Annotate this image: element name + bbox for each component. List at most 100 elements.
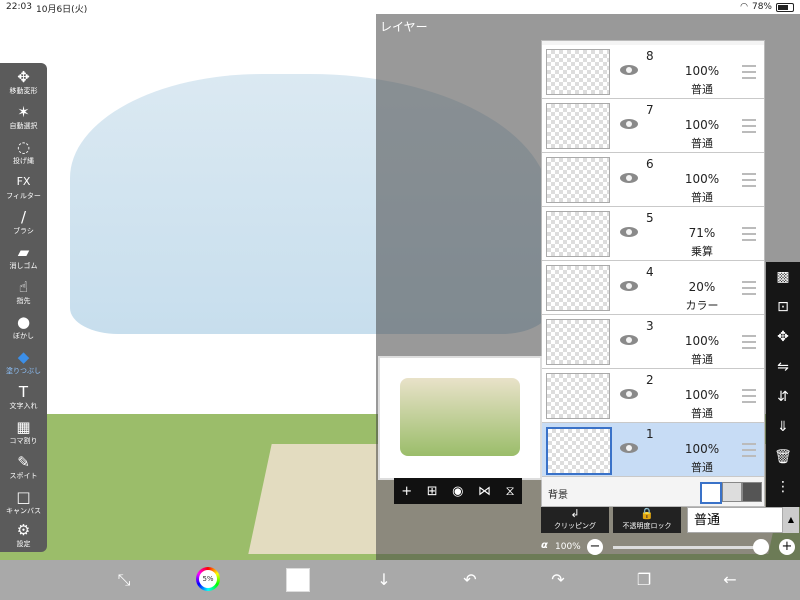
add-special-layer-icon[interactable]: ⊞ [427, 484, 438, 499]
flip-vertical-icon[interactable]: ⧖ [506, 484, 515, 499]
layer-number: 5 [646, 211, 654, 225]
layer-row-3[interactable]: 3 100% 普通 [542, 315, 764, 369]
layer-row-4[interactable]: 4 20% カラー [542, 261, 764, 315]
tool-label: フィルター [6, 192, 41, 200]
move-layer-icon[interactable]: ✥ [766, 322, 800, 352]
eye-icon[interactable] [620, 335, 638, 345]
tool-magic-wand[interactable]: ✶ 自動選択 [0, 100, 47, 134]
opacity-slider[interactable] [613, 546, 765, 549]
eye-icon[interactable] [620, 281, 638, 291]
drag-handle-icon[interactable] [742, 65, 756, 79]
layer-preview [378, 356, 542, 480]
tool-finger[interactable]: ☝ 指先 [0, 275, 47, 309]
fx-icon: FX [16, 175, 31, 188]
transform-icon[interactable]: ⤡ [112, 568, 136, 592]
color-wheel-button[interactable]: 5% [196, 567, 220, 591]
back-arrow-icon[interactable]: ← [718, 568, 742, 592]
eye-icon[interactable] [620, 173, 638, 183]
layer-thumbnail [546, 211, 610, 257]
tool-label: キャンバス [6, 507, 41, 515]
current-color-swatch[interactable] [286, 568, 310, 592]
tool-lasso[interactable]: ◌ 投げ縄 [0, 135, 47, 169]
camera-icon[interactable]: ◉ [452, 484, 463, 499]
tool-label: 塗りつぶし [5, 367, 42, 375]
drag-handle-icon[interactable] [742, 173, 756, 187]
drag-handle-icon[interactable] [742, 389, 756, 403]
tool-eyedropper[interactable]: ✎ スポイト [0, 450, 47, 484]
layer-row-8[interactable]: 8 100% 普通 [542, 45, 764, 99]
eyedropper-icon: ✎ [17, 453, 30, 471]
arrow-down-icon[interactable]: ↓ [372, 568, 396, 592]
eye-icon[interactable] [620, 443, 638, 453]
layer-row-1[interactable]: 1 100% 普通 [542, 423, 764, 477]
flip-horizontal-icon[interactable]: ⇋ [766, 352, 800, 382]
layer-row-7[interactable]: 7 100% 普通 [542, 99, 764, 153]
tool-eraser[interactable]: ▰ 消しゴム [0, 240, 47, 274]
layer-number: 1 [646, 427, 654, 441]
flip-vertical-icon[interactable]: ⇵ [766, 382, 800, 412]
drag-handle-icon[interactable] [742, 227, 756, 241]
eye-icon[interactable] [620, 227, 638, 237]
eye-icon[interactable] [620, 389, 638, 399]
preview-thumbnail [400, 378, 520, 456]
undo-icon[interactable]: ↶ [458, 568, 482, 592]
tool-canvas[interactable]: □ キャンバス [0, 485, 47, 519]
fill-icon: ◆ [17, 348, 30, 366]
layers-icon[interactable]: ❐ [632, 568, 656, 592]
tool-label: ぼかし [13, 332, 34, 340]
redo-icon[interactable]: ↷ [546, 568, 570, 592]
drag-handle-icon[interactable] [742, 443, 756, 457]
add-layer-icon[interactable]: + [401, 484, 412, 499]
tool-brush[interactable]: / ブラシ [0, 205, 47, 239]
more-icon[interactable]: ⋮ [766, 472, 800, 502]
tool-move[interactable]: ✥ 移動変形 [0, 65, 47, 99]
tool-filter[interactable]: FX フィルター [0, 170, 47, 204]
opacity-slider-knob[interactable] [753, 539, 769, 555]
merge-down-icon[interactable]: ⇓ [766, 412, 800, 442]
opacity-decrease-button[interactable]: − [587, 539, 603, 555]
layer-opacity: 100% [684, 442, 720, 456]
tool-blur[interactable]: ● ぼかし [0, 310, 47, 344]
tool-text[interactable]: T 文字入れ [0, 380, 47, 414]
eye-icon[interactable] [620, 119, 638, 129]
tool-palette: ✥ 移動変形 ✶ 自動選択 ◌ 投げ縄 FX フィルター / ブラシ ▰ 消しゴム ☝ 指先 … [0, 63, 47, 552]
layer-panel-title: レイヤー [380, 20, 428, 34]
transparency-icon[interactable]: ▩ [766, 262, 800, 292]
layer-row-6[interactable]: 6 100% 普通 [542, 153, 764, 207]
layer-opacity: 100% [684, 388, 720, 402]
flip-horizontal-icon[interactable]: ⋈ [478, 484, 491, 499]
layer-blend-mode: 普通 [691, 83, 713, 96]
tool-label: 投げ縄 [13, 157, 34, 165]
chevron-up-icon[interactable]: ▲ [783, 507, 799, 533]
finger-icon: ☝ [18, 278, 29, 296]
blend-mode-select[interactable]: 普通 [687, 507, 783, 533]
layer-thumbnail [546, 265, 610, 311]
status-bar: 22:03 10月6日(火) ◠ 78% [0, 0, 800, 15]
eye-icon[interactable] [620, 65, 638, 75]
background-white-swatch[interactable] [700, 482, 722, 504]
magic-wand-icon: ✶ [17, 103, 30, 121]
tool-fill[interactable]: ◆ 塗りつぶし [0, 345, 47, 379]
background-dark-swatch[interactable] [742, 482, 762, 502]
tool-settings[interactable]: ⚙ 設定 [0, 518, 47, 552]
alpha-lock-button[interactable]: 🔒 不透明度ロック [613, 507, 681, 533]
layer-row-2[interactable]: 2 100% 普通 [542, 369, 764, 423]
background-transparent-swatch[interactable] [722, 482, 742, 502]
brush-size-value: 5% [199, 570, 217, 588]
clipping-label: クリッピング [554, 522, 596, 530]
background-row[interactable]: 背景 [542, 478, 764, 506]
layer-number: 6 [646, 157, 654, 171]
select-layer-icon[interactable]: ⊡ [766, 292, 800, 322]
opacity-increase-button[interactable]: + [779, 539, 795, 555]
layer-list[interactable]: 8 100% 普通 7 100% 普通 6 100% 普通 5 71% 乗算 4 20% カラー 3… [541, 40, 765, 507]
trash-icon[interactable]: 🗑 [766, 442, 800, 472]
drag-handle-icon[interactable] [742, 281, 756, 295]
layer-opacity: 100% [684, 334, 720, 348]
drag-handle-icon[interactable] [742, 335, 756, 349]
layer-row-5[interactable]: 5 71% 乗算 [542, 207, 764, 261]
clipping-button[interactable]: ↲ クリッピング [541, 507, 609, 533]
tool-frame[interactable]: ▦ コマ割り [0, 415, 47, 449]
clipping-icon: ↲ [570, 507, 580, 520]
drag-handle-icon[interactable] [742, 119, 756, 133]
layer-opacity: 71% [688, 226, 716, 240]
